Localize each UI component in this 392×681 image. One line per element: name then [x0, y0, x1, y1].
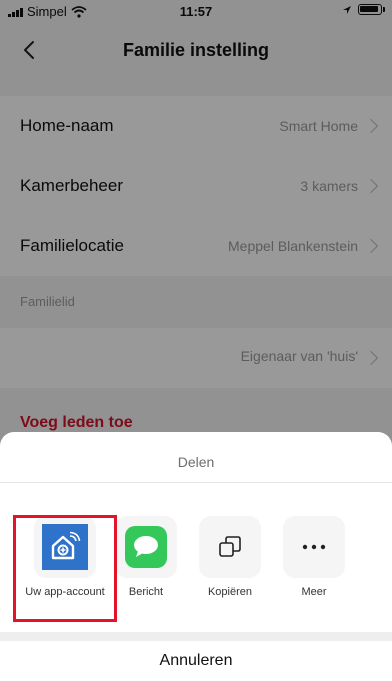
share-item-copy[interactable]: Kopiëren: [188, 516, 272, 599]
share-item-label: Meer: [301, 586, 327, 598]
copy-icon: [219, 536, 241, 557]
message-icon: [125, 526, 167, 568]
share-item-more[interactable]: Meer: [272, 516, 356, 599]
share-item-label: Kopiëren: [207, 586, 253, 598]
highlight-box: [13, 515, 117, 622]
cancel-button[interactable]: Annuleren: [0, 641, 392, 681]
more-icon: [302, 544, 326, 550]
divider: [0, 482, 392, 483]
divider: [0, 632, 392, 641]
share-sheet-title: Delen: [177, 454, 215, 470]
